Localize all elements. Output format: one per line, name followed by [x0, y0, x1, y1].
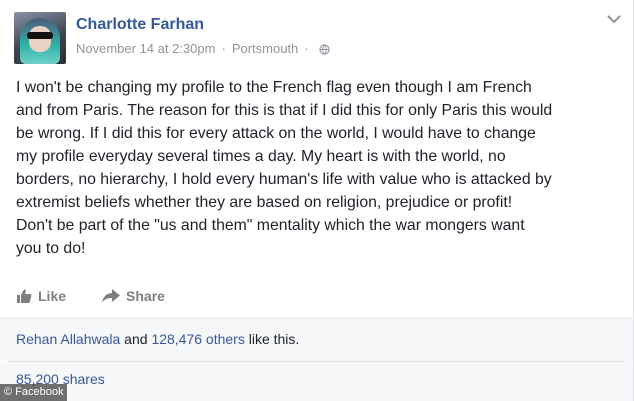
avatar[interactable] [14, 12, 66, 64]
globe-icon[interactable] [319, 43, 330, 55]
chevron-down-icon[interactable] [607, 14, 621, 24]
post-meta: Charlotte Farhan November 14 at 2:30pm ·… [76, 12, 330, 64]
likes-summary: Rehan Allahwala and 128,476 others like … [16, 331, 299, 347]
thumbs-up-icon [17, 289, 32, 303]
facebook-post: Charlotte Farhan November 14 at 2:30pm ·… [0, 0, 634, 401]
post-body-line: my profile everyday several times a day.… [16, 148, 506, 165]
like-label: Like [38, 288, 67, 304]
post-date[interactable]: November 14 at 2:30pm [76, 41, 215, 57]
post-body-line: borders, no hierarchy, I hold every huma… [16, 171, 552, 188]
post-body-line: I won't be changing my profile to the Fr… [16, 79, 532, 96]
liker-name[interactable]: Rehan Allahwala [16, 331, 120, 347]
post-location[interactable]: Portsmouth [232, 41, 298, 57]
post-body-line: extremist beliefs whether they are based… [16, 194, 513, 211]
likes-others-link[interactable]: 128,476 others [151, 331, 244, 347]
separator-dot-2: · [304, 41, 309, 56]
avatar-face [29, 26, 51, 52]
like-button[interactable]: Like [16, 288, 66, 304]
share-label: Share [126, 288, 165, 304]
share-button[interactable]: Share [102, 288, 165, 304]
post-body: I won't be changing my profile to the Fr… [16, 76, 620, 260]
post-body-line: be wrong. If I did this for every attack… [16, 125, 536, 142]
post-actions: Like Share [16, 288, 201, 304]
post-body-line: you to do! [16, 240, 86, 257]
facebook-watermark: © Facebook [0, 384, 68, 401]
author-name[interactable]: Charlotte Farhan [76, 15, 330, 35]
post-subline: November 14 at 2:30pm · Portsmouth · [76, 41, 330, 57]
separator-dot: · [221, 41, 226, 56]
post-body-line: and from Paris. The reason for this is t… [16, 102, 553, 119]
likes-and: and [120, 331, 152, 347]
likes-suffix: like this. [244, 331, 300, 347]
post-body-line: Don't be part of the "us and them" menta… [16, 217, 525, 234]
share-arrow-icon [102, 289, 121, 303]
avatar-glasses [27, 32, 53, 39]
post-header: Charlotte Farhan November 14 at 2:30pm ·… [14, 12, 330, 64]
